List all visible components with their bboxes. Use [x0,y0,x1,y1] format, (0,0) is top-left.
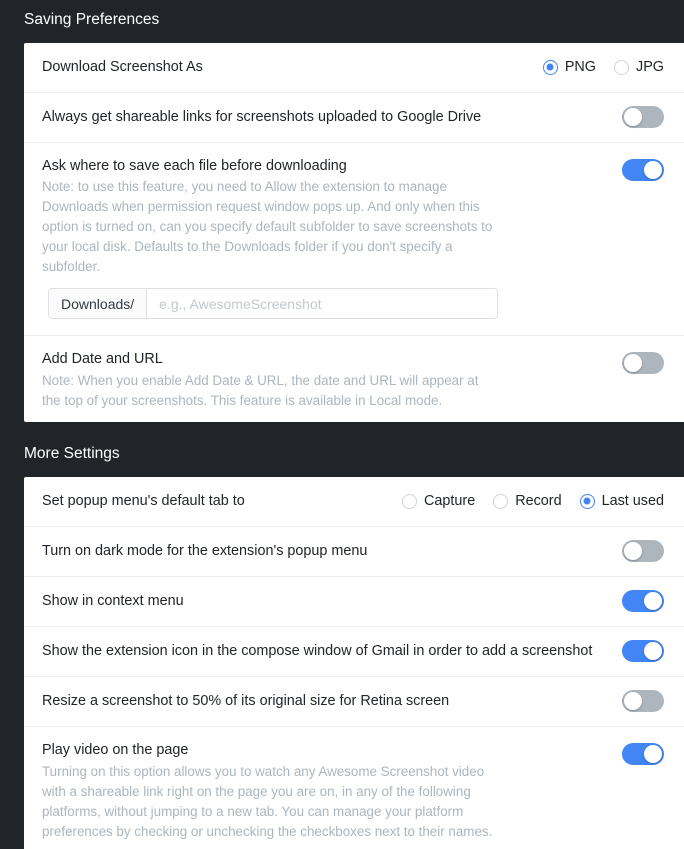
radio-dot-icon [614,59,629,75]
row-label: Always get shareable links for screensho… [42,108,482,125]
default-tab-radio-group: Capture Record Last used [402,493,664,509]
toggle-knob [644,642,662,661]
radio-option-jpg[interactable]: JPG [614,59,664,75]
row-ask-where-to-save-group: Ask where to save each file before downl… [24,143,684,337]
download-format-radio-group: PNG JPG [542,59,664,75]
row-label: Download Screenshot As [42,58,203,75]
subfolder-input[interactable] [147,289,497,319]
settings-page: Saving Preferences Download Screenshot A… [0,0,684,849]
row-context-menu: Show in context menu [24,577,684,627]
row-download-screenshot-as: Download Screenshot As PNG JPG [24,43,684,93]
row-dark-mode: Turn on dark mode for the extension's po… [24,527,684,577]
row-note: Note: When you enable Add Date & URL, th… [42,373,479,409]
radio-option-record[interactable]: Record [493,493,562,510]
row-label: Resize a screenshot to 50% of its origin… [42,692,450,709]
row-play-video-on-page: Play video on the page Turning on this o… [24,727,684,849]
toggle-knob [644,160,662,179]
radio-label: Capture [424,493,476,510]
toggle-ask-where-to-save[interactable] [622,158,664,181]
row-default-popup-tab: Set popup menu's default tab to Capture … [24,477,684,527]
radio-dot-icon [579,493,595,509]
saving-preferences-card: Download Screenshot As PNG JPG Always ge… [24,42,684,423]
radio-label: Record [515,493,562,510]
radio-dot-icon [402,493,417,509]
radio-dot-icon [493,493,509,509]
more-settings-heading: More Settings [24,445,120,463]
toggle-knob [624,354,642,373]
radio-option-capture[interactable]: Capture [402,493,475,509]
subfolder-input-container: Downloads/ [24,288,684,336]
row-shareable-links: Always get shareable links for screensho… [24,93,684,143]
subfolder-input-group: Downloads/ [48,288,498,320]
toggle-shareable-links[interactable] [622,106,664,128]
toggle-knob [624,108,642,126]
toggle-play-video-on-page[interactable] [622,742,664,765]
radio-option-png[interactable]: PNG [542,59,596,75]
row-gmail-compose-icon: Show the extension icon in the compose w… [24,627,684,677]
toggle-retina-resize[interactable] [622,690,664,713]
row-retina-resize: Resize a screenshot to 50% of its origin… [24,677,684,727]
row-label: Show the extension icon in the compose w… [42,642,593,659]
row-ask-where-to-save: Ask where to save each file before downl… [24,143,684,289]
toggle-knob [624,542,642,561]
row-label: Set popup menu's default tab to [42,492,245,509]
row-note: Note: to use this feature, you need to A… [42,179,493,275]
row-label: Ask where to save each file before downl… [42,157,347,174]
more-settings-card: Set popup menu's default tab to Capture … [24,476,684,849]
row-label: Play video on the page [42,741,189,758]
radio-label: JPG [636,59,664,75]
row-note: Turning on this option allows you to wat… [42,763,493,839]
saving-preferences-heading: Saving Preferences [24,11,160,28]
row-label: Turn on dark mode for the extension's po… [42,542,368,559]
toggle-gmail-compose-icon[interactable] [622,640,664,663]
row-label: Show in context menu [42,592,184,609]
radio-dot-icon [542,59,558,75]
toggle-knob [644,592,662,611]
toggle-knob [644,744,662,763]
subfolder-prefix-label: Downloads/ [49,289,148,319]
toggle-knob [624,692,642,711]
toggle-dark-mode[interactable] [622,540,664,563]
row-label: Add Date and URL [42,351,163,368]
toggle-context-menu[interactable] [622,590,664,613]
toggle-add-date-and-url[interactable] [622,352,664,375]
radio-label: PNG [564,59,596,75]
radio-label: Last used [601,493,664,510]
radio-option-last-used[interactable]: Last used [579,493,664,510]
row-add-date-and-url: Add Date and URL Note: When you enable A… [24,336,684,422]
